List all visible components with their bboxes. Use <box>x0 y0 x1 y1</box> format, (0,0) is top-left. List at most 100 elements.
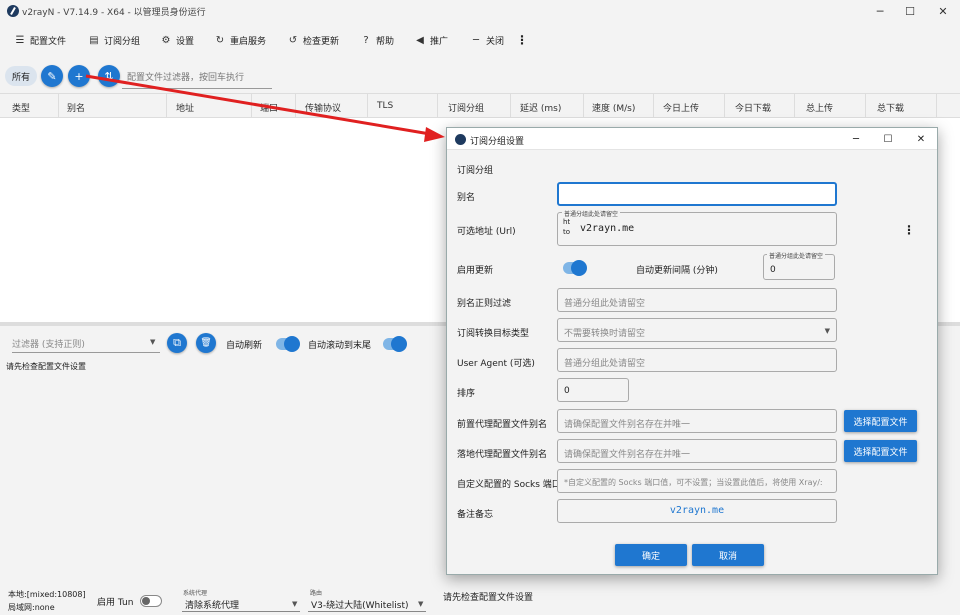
dialog-minimize-button[interactable]: ─ <box>841 128 871 150</box>
log-message: 请先检查配置文件设置 <box>6 362 86 371</box>
interval-float-label: 普通分组此处请留空 <box>767 251 826 260</box>
cancel-button[interactable]: 取消 <box>692 544 764 566</box>
url-prefix: ht to <box>563 218 571 236</box>
menu-profiles-label: 配置文件 <box>30 36 67 47</box>
menu-subscriptions-label: 订阅分组 <box>104 36 141 47</box>
dialog-close-button[interactable]: ✕ <box>906 128 936 150</box>
column-separator <box>510 94 511 118</box>
section-title: 订阅分组 <box>457 166 494 176</box>
toggle-knob <box>284 336 300 352</box>
routing-select[interactable]: V3-绕过大陆(Whitelist) <box>311 598 409 611</box>
select-prev-profile-button[interactable]: 选择配置文件 <box>844 410 917 432</box>
system-proxy-select[interactable]: 清除系统代理 <box>185 598 239 611</box>
column-separator <box>865 94 866 118</box>
convert-target-select[interactable]: 不需要转换时请留空 ▼ <box>557 318 837 342</box>
url-value: v2rayn.me <box>580 223 635 234</box>
menu-check-update-label: 检查更新 <box>303 36 340 47</box>
menu-restart-service[interactable]: ↻ 重启服务 <box>214 32 266 48</box>
menu-promotion-label: 推广 <box>430 36 449 47</box>
subscription-settings-dialog: 订阅分组设置 ─ ☐ ✕ 订阅分组 别名 可选地址 (Url) ht to v2… <box>446 127 938 575</box>
sort-subscription-button[interactable]: ⇅ <box>98 65 120 87</box>
system-proxy-caption: 系统代理 <box>183 590 208 597</box>
profile-filter-input[interactable]: 配置文件过滤器，按回车执行 <box>127 70 244 83</box>
sort-input[interactable]: 0 <box>557 378 629 402</box>
profile-filter-underline <box>122 88 272 89</box>
auto-scroll-label: 自动滚动到末尾 <box>308 341 372 351</box>
col-tls[interactable]: TLS <box>377 101 393 111</box>
status-bar: 本地:[mixed:10808] 局域网:none 启用 Tun 系统代理 清除… <box>0 585 960 615</box>
chevron-down-icon[interactable]: ▼ <box>150 338 155 346</box>
copy-log-button[interactable]: ⧉ <box>167 333 187 353</box>
menu-restart-label: 重启服务 <box>230 36 267 47</box>
col-today-down[interactable]: 今日下载 <box>735 101 771 114</box>
profiles-table-header: 类型 别名 地址 端口 传输协议 TLS 订阅分组 延迟 (ms) 速度 (M/… <box>0 93 960 118</box>
proxy-select-underline <box>182 611 300 612</box>
auto-refresh-label: 自动刷新 <box>226 341 263 351</box>
toggle-knob <box>571 260 587 276</box>
column-separator <box>437 94 438 118</box>
url-label: 可选地址 (Url) <box>457 227 516 237</box>
column-separator <box>166 94 167 118</box>
menu-settings[interactable]: ⚙ 设置 <box>160 32 195 48</box>
col-subgroup[interactable]: 订阅分组 <box>448 101 484 114</box>
dialog-title: 订阅分组设置 <box>470 137 525 147</box>
add-subscription-button[interactable]: + <box>68 65 90 87</box>
sort-label: 排序 <box>457 389 476 399</box>
menu-check-update[interactable]: ↺ 检查更新 <box>287 32 339 48</box>
status-message: 请先检查配置文件设置 <box>443 593 534 603</box>
minimize-button[interactable]: ─ <box>865 0 895 22</box>
column-separator <box>724 94 725 118</box>
ok-button[interactable]: 确定 <box>615 544 687 566</box>
user-agent-input[interactable]: 普通分组此处请留空 <box>557 348 837 372</box>
close-window-button[interactable]: ✕ <box>928 0 958 22</box>
menu-subscriptions[interactable]: ▤ 订阅分组 <box>88 32 140 48</box>
menu-help[interactable]: ? 帮助 <box>360 32 394 48</box>
local-port-label: 本地:[mixed:10808] <box>8 590 86 599</box>
menu-close[interactable]: ─ 关闭 <box>470 32 504 48</box>
enable-update-toggle[interactable] <box>563 260 587 276</box>
col-total-up[interactable]: 总上传 <box>806 101 833 114</box>
menu-help-label: 帮助 <box>376 36 395 47</box>
lan-label: 局域网:none <box>8 603 55 612</box>
tun-label: 启用 Tun <box>97 598 134 608</box>
auto-scroll-toggle[interactable] <box>383 336 407 352</box>
select-next-profile-button[interactable]: 选择配置文件 <box>844 440 917 462</box>
col-port[interactable]: 端口 <box>260 101 278 114</box>
edit-subscription-button[interactable]: ✎ <box>41 65 63 87</box>
window-title: v2rayN - V7.14.9 - X64 - 以管理员身份运行 <box>22 8 206 18</box>
convert-target-placeholder: 不需要转换时请留空 <box>564 329 646 339</box>
col-type[interactable]: 类型 <box>12 101 30 114</box>
memo-label: 备注备忘 <box>457 510 494 520</box>
socks-port-input[interactable]: *自定义配置的 Socks 端口值，可不设置；当设置此值后，将使用 Xray/: <box>557 469 837 493</box>
toggle-knob <box>142 597 150 605</box>
remarks-label: 别名 <box>457 193 476 203</box>
remarks-input[interactable] <box>557 182 837 206</box>
clear-log-button[interactable]: 🗑 <box>196 333 216 353</box>
chevron-down-icon[interactable]: ▼ <box>292 600 297 608</box>
auto-refresh-toggle[interactable] <box>276 336 300 352</box>
col-network[interactable]: 传输协议 <box>305 101 341 114</box>
more-menu-icon[interactable]: ⋮ <box>516 32 528 48</box>
maximize-button[interactable]: ☐ <box>895 0 925 22</box>
subscription-tab-all[interactable]: 所有 <box>5 66 37 86</box>
log-filter-input[interactable]: 过滤器 (支持正则) <box>12 333 160 353</box>
col-remarks[interactable]: 别名 <box>67 101 85 114</box>
tun-toggle[interactable] <box>140 595 162 607</box>
dialog-maximize-button[interactable]: ☐ <box>873 128 903 150</box>
toggle-knob <box>391 336 407 352</box>
pencil-icon: ✎ <box>47 69 57 83</box>
next-profile-input[interactable]: 请确保配置文件别名存在并唯一 <box>557 439 837 463</box>
memo-input[interactable]: v2rayn.me <box>557 499 837 523</box>
more-options-icon[interactable]: ⋮ <box>903 223 915 237</box>
prev-profile-input[interactable]: 请确保配置文件别名存在并唯一 <box>557 409 837 433</box>
col-total-down[interactable]: 总下载 <box>877 101 904 114</box>
menu-profiles[interactable]: ☰ 配置文件 <box>14 32 67 48</box>
col-today-up[interactable]: 今日上传 <box>663 101 699 114</box>
col-address[interactable]: 地址 <box>176 101 194 114</box>
menu-promotion[interactable]: ◀ 推广 <box>414 32 448 48</box>
chevron-down-icon[interactable]: ▼ <box>418 600 423 608</box>
filter-input[interactable]: 普通分组此处请留空 <box>557 288 837 312</box>
col-delay[interactable]: 延迟 (ms) <box>520 101 561 114</box>
col-speed[interactable]: 速度 (M/s) <box>592 101 635 114</box>
v2rayn-logo-icon <box>7 5 19 17</box>
